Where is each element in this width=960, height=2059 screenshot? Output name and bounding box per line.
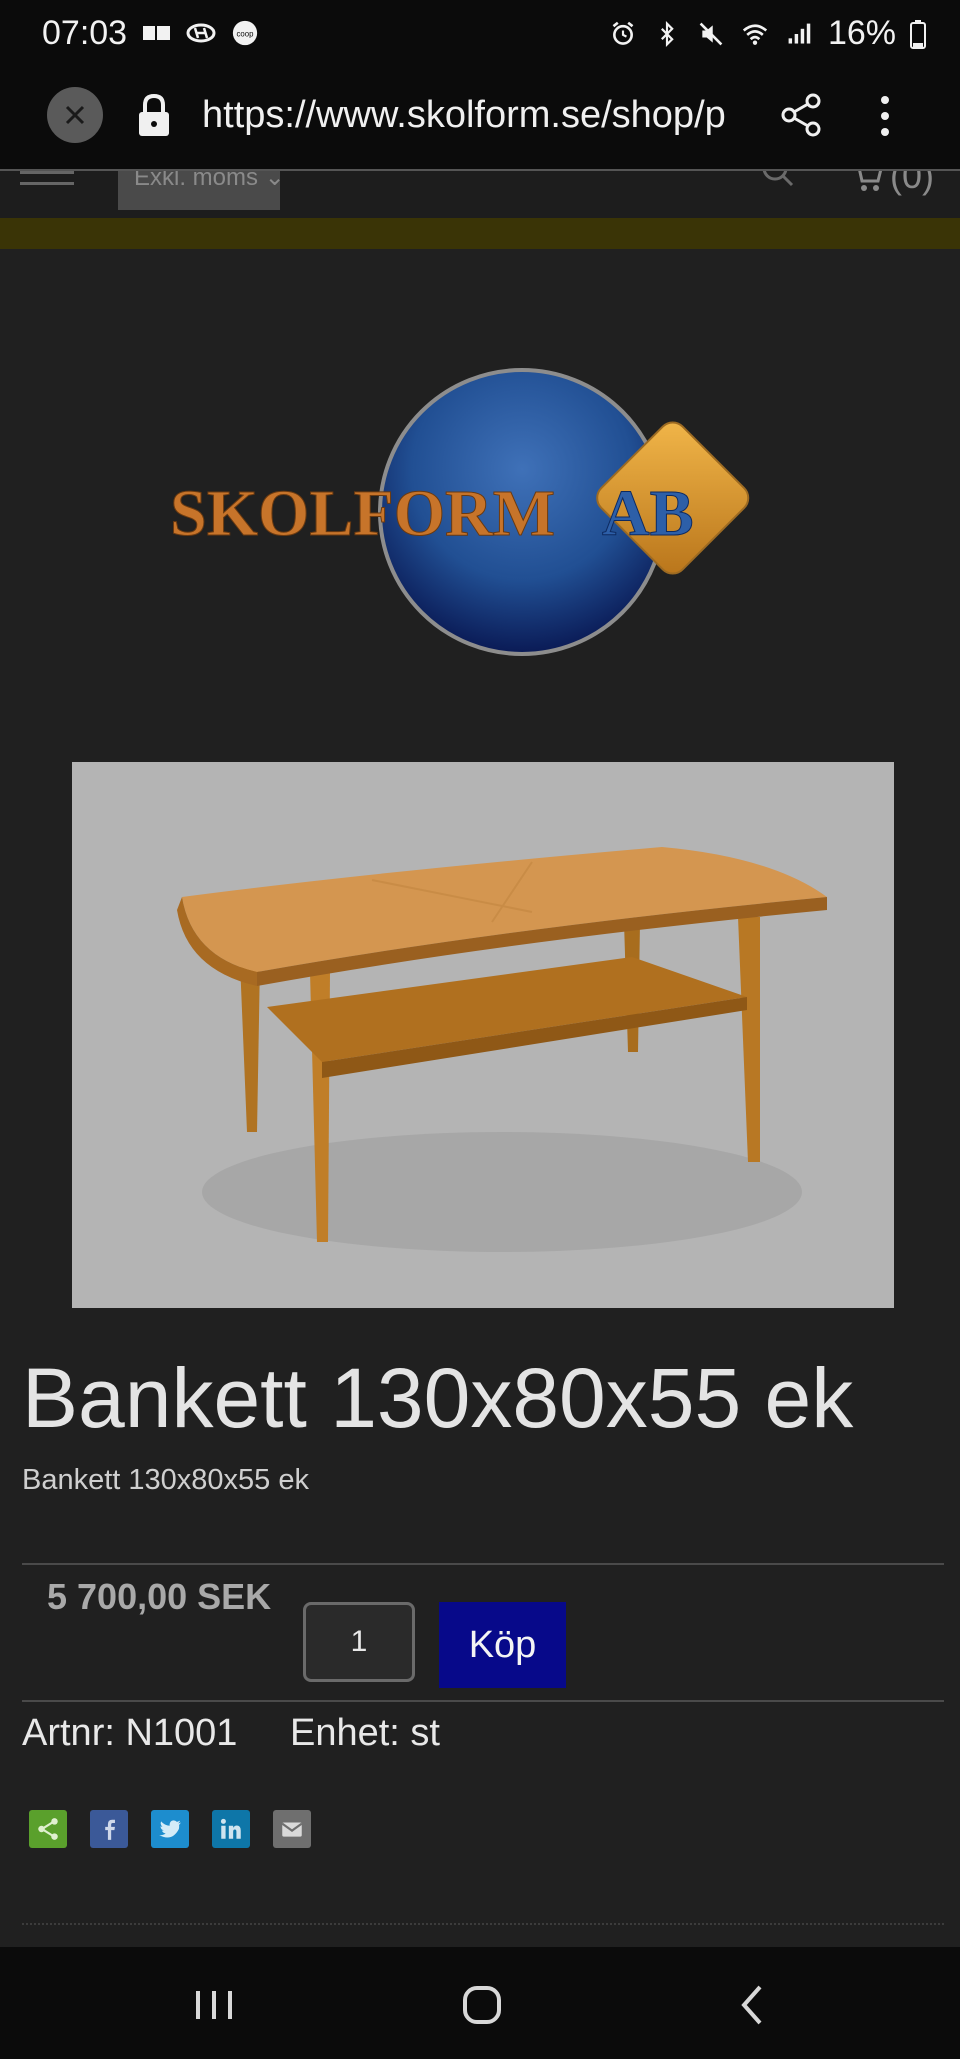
wifi-icon — [742, 23, 768, 45]
battery-icon — [910, 19, 926, 49]
status-notification-icons: coop — [142, 20, 260, 46]
share-icon[interactable] — [778, 92, 824, 138]
ad-icon — [143, 26, 170, 40]
close-tab-button[interactable] — [47, 87, 103, 143]
share-button[interactable] — [29, 1810, 67, 1848]
twitter-share-button[interactable] — [151, 1810, 189, 1848]
site-header: Exkl. moms ⌄ (0) — [0, 171, 960, 218]
browser-url-bar: https://www.skolform.se/shop/p — [0, 68, 960, 171]
cart-count: (0) — [890, 171, 934, 196]
alarm-icon — [612, 21, 634, 45]
product-price: 5 700,00 SEK — [47, 1576, 272, 1617]
share-icon — [38, 1818, 58, 1840]
quantity-input[interactable] — [303, 1602, 415, 1682]
product-image[interactable] — [72, 762, 894, 1308]
hyundai-icon — [186, 23, 216, 43]
bluetooth-icon — [660, 20, 674, 47]
more-options-icon[interactable] — [868, 92, 902, 140]
recent-apps-icon[interactable] — [184, 1977, 244, 2033]
facebook-share-button[interactable] — [90, 1810, 128, 1848]
url-text[interactable]: https://www.skolform.se/shop/p — [202, 94, 742, 137]
status-bar: 07:03 coop 16% — [0, 0, 960, 68]
close-icon — [65, 105, 85, 125]
hamburger-menu-icon[interactable] — [20, 171, 74, 191]
battery-percent: 16% — [827, 14, 896, 52]
email-share-button[interactable] — [273, 1810, 311, 1848]
status-system-icons: 16% — [608, 14, 926, 53]
accent-bar — [0, 218, 960, 249]
mute-icon — [699, 22, 723, 45]
linkedin-share-button[interactable] — [212, 1810, 250, 1848]
product-subtitle: Bankett 130x80x55 ek — [22, 1464, 309, 1496]
svg-text:AB: AB — [602, 477, 694, 550]
coffee-table-image — [177, 847, 827, 1252]
product-unit: Enhet: st — [290, 1712, 440, 1754]
twitter-icon — [159, 1820, 181, 1838]
linkedin-icon — [220, 1818, 241, 1839]
vat-dropdown[interactable]: Exkl. moms ⌄ — [118, 171, 285, 210]
signal-icon — [788, 23, 811, 44]
status-time: 07:03 — [42, 14, 128, 52]
buy-button[interactable]: Köp — [439, 1602, 566, 1688]
cart-icon — [858, 171, 883, 191]
search-icon[interactable] — [760, 171, 794, 193]
system-navigation-bar — [0, 1947, 960, 2059]
product-title: Bankett 130x80x55 ek — [22, 1351, 854, 1445]
skolform-logo[interactable]: SKOLFORM AB — [160, 360, 800, 680]
dotted-divider — [22, 1923, 944, 1925]
coop-icon: coop — [232, 20, 258, 46]
facebook-icon — [105, 1819, 115, 1840]
lock-icon[interactable] — [136, 92, 172, 140]
svg-text:coop: coop — [237, 29, 255, 38]
divider — [22, 1700, 944, 1702]
back-icon[interactable] — [722, 1977, 782, 2033]
article-number: Artnr: N1001 — [22, 1712, 238, 1754]
svg-text:SKOLFORM: SKOLFORM — [170, 477, 555, 550]
cart-button[interactable]: (0) — [850, 171, 934, 197]
divider — [22, 1563, 944, 1565]
home-icon[interactable] — [452, 1977, 512, 2033]
email-icon — [281, 1822, 303, 1837]
vat-dropdown-label: Exkl. moms — [134, 171, 259, 191]
